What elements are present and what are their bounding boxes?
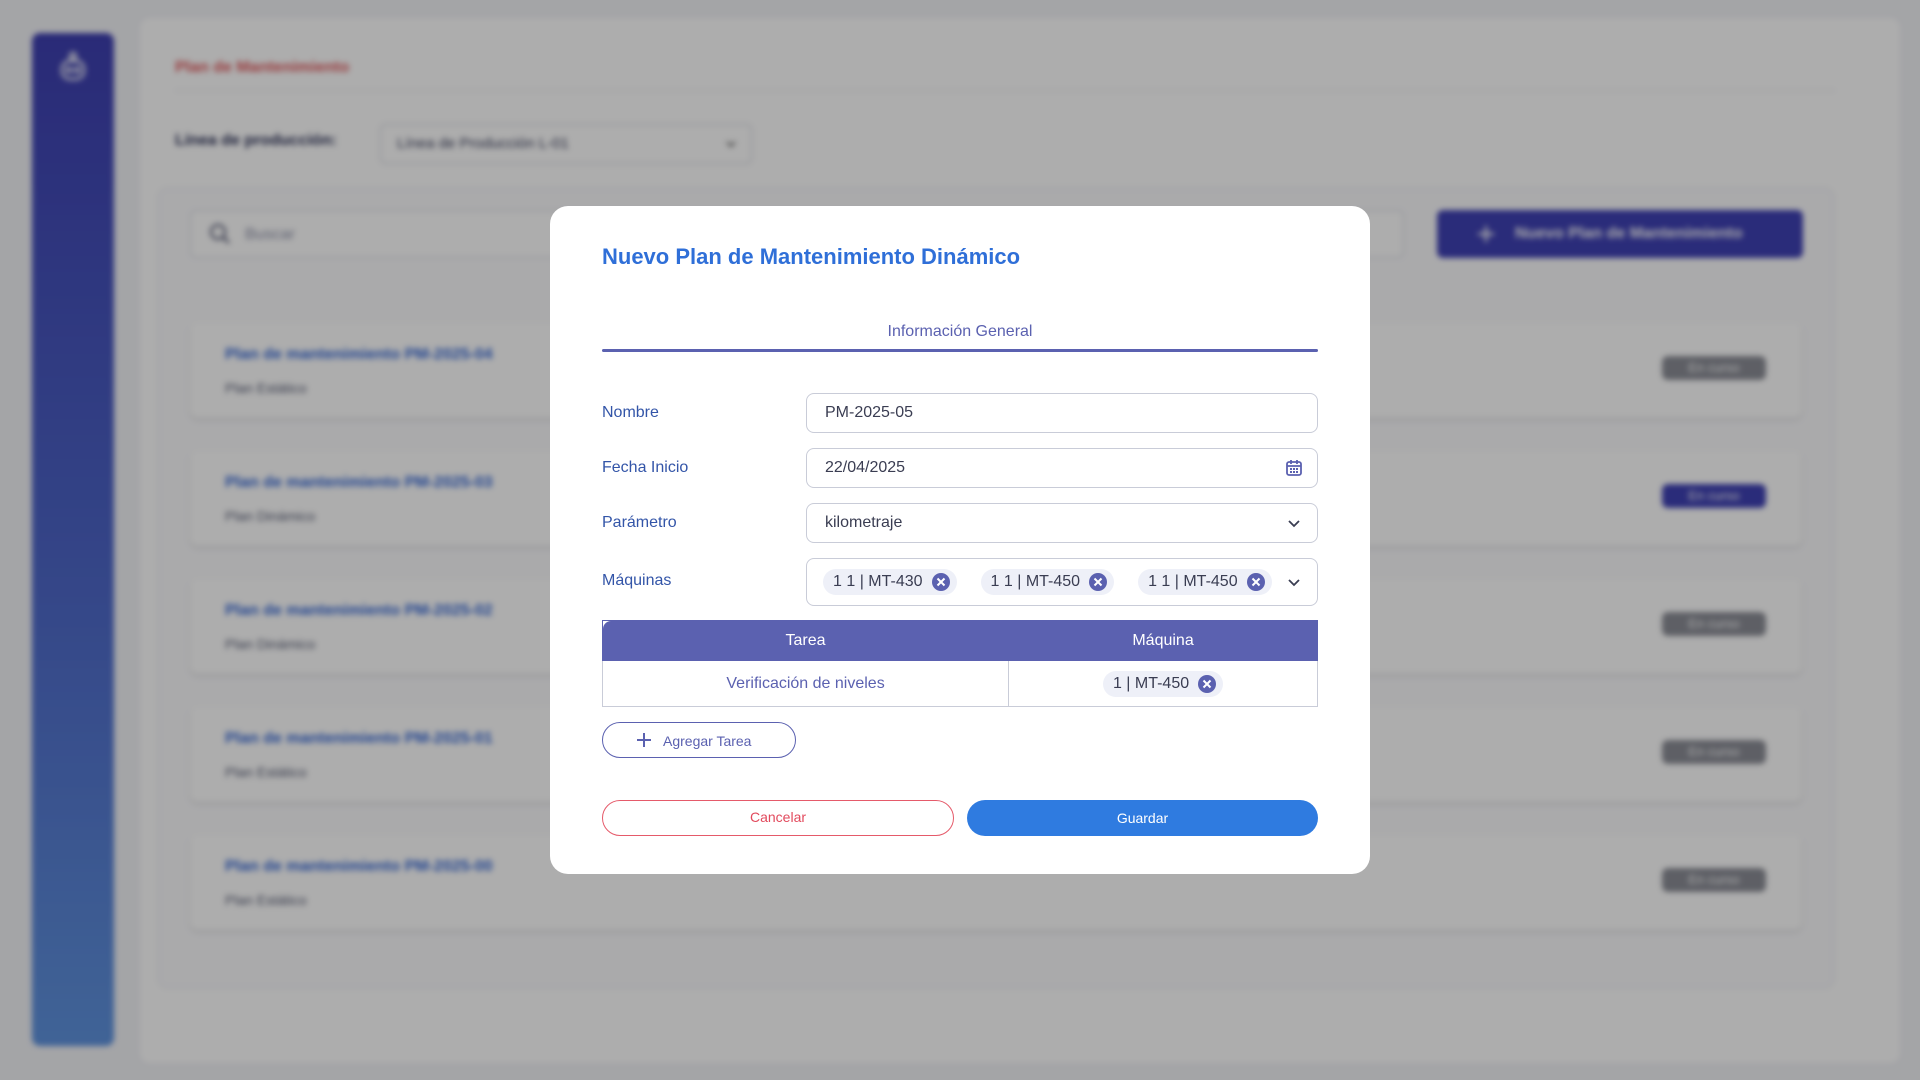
nombre-label: Nombre xyxy=(602,404,659,421)
maquinas-multiselect[interactable]: 1 1 | MT-430 1 1 | MT-450 1 1 | MT-450 xyxy=(806,558,1318,606)
parametro-value: kilometraje xyxy=(825,514,903,531)
parametro-select[interactable]: kilometraje xyxy=(806,503,1318,543)
save-button[interactable]: Guardar xyxy=(967,800,1318,836)
close-circle-icon[interactable] xyxy=(1088,572,1108,592)
close-circle-icon[interactable] xyxy=(1197,674,1217,694)
maquinas-label: Máquinas xyxy=(602,572,672,589)
column-header-maquina: Máquina xyxy=(1008,620,1318,661)
fecha-inicio-field[interactable]: 22/04/2025 xyxy=(806,448,1318,488)
machine-chip: 1 | MT-450 xyxy=(1102,670,1224,697)
plus-icon xyxy=(637,733,651,747)
machine-chip: 1 1 | MT-450 xyxy=(980,569,1115,595)
tab-informacion-general[interactable]: Información General xyxy=(602,323,1318,359)
machine-chip-label: 1 | MT-450 xyxy=(1112,674,1190,692)
fecha-inicio-label: Fecha Inicio xyxy=(602,459,689,476)
modal-title: Nuevo Plan de Mantenimiento Dinámico xyxy=(602,244,1021,269)
fecha-inicio-value: 22/04/2025 xyxy=(825,459,906,476)
task-cell[interactable]: Verificación de niveles xyxy=(601,660,1010,707)
nombre-value: PM-2025-05 xyxy=(825,404,914,421)
nombre-field[interactable]: PM-2025-05 xyxy=(806,393,1318,433)
column-header-tarea: Tarea xyxy=(601,620,1010,661)
tasks-table: Tarea Máquina Verificación de niveles 1 … xyxy=(601,620,1318,707)
machine-chip-label: 1 1 | MT-430 xyxy=(833,573,923,590)
machine-chip: 1 1 | MT-430 xyxy=(823,569,957,595)
parametro-label: Parámetro xyxy=(602,514,677,531)
tab-underline xyxy=(602,349,1318,352)
machine-cell: 1 | MT-450 xyxy=(1008,660,1318,707)
table-header-row: Tarea Máquina xyxy=(601,620,1318,661)
add-task-button[interactable]: Agregar Tarea xyxy=(602,722,796,758)
calendar-icon[interactable] xyxy=(1285,459,1303,477)
chevron-down-icon xyxy=(1288,520,1300,528)
machine-chip-label: 1 1 | MT-450 xyxy=(1148,573,1238,590)
machine-chip: 1 1 | MT-450 xyxy=(1138,569,1272,595)
cancel-button[interactable]: Cancelar xyxy=(602,800,954,836)
new-plan-modal: Nuevo Plan de Mantenimiento Dinámico Inf… xyxy=(550,206,1370,874)
chevron-down-icon[interactable] xyxy=(1285,573,1303,591)
close-circle-icon[interactable] xyxy=(1246,572,1266,592)
add-task-label: Agregar Tarea xyxy=(663,733,752,749)
machine-chip-label: 1 1 | MT-450 xyxy=(990,573,1081,590)
close-circle-icon[interactable] xyxy=(931,572,951,592)
table-row: Verificación de niveles 1 | MT-450 xyxy=(601,660,1318,707)
